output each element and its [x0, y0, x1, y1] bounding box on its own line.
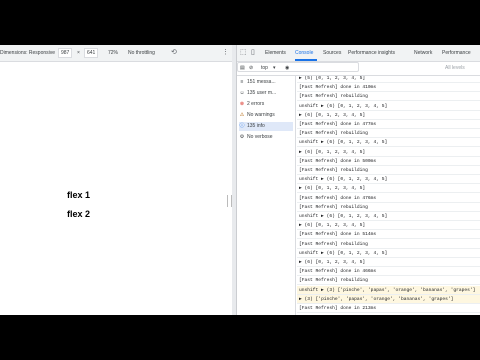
console-message[interactable]: unshift ▶ (6) [0, 1, 2, 3, 4, 5]	[297, 175, 480, 185]
sidebar-item-user-messages[interactable]: ☺ 135 user m...	[239, 89, 293, 98]
sidebar-item-label: 135 user m...	[247, 90, 277, 96]
sidebar-item-label: No verbose	[247, 134, 273, 140]
zoom-dropdown[interactable]: 72%	[108, 50, 118, 56]
context-selector[interactable]: top	[261, 65, 268, 71]
console-message[interactable]: [Fast Refresh] rebuilding	[297, 92, 480, 102]
devtools-tabbar: ⬚ ▯ Elements Console Sources Performance…	[237, 45, 480, 62]
sidebar-item-info[interactable]: ⓘ 135 info	[239, 122, 293, 131]
device-toggle-icon[interactable]: ▯	[251, 48, 255, 56]
sidebar-item-errors[interactable]: ⊗ 2 errors	[239, 100, 293, 109]
verbose-icon: ⚙	[239, 134, 245, 140]
active-tab-indicator	[295, 59, 317, 61]
throttling-dropdown[interactable]: No throttling	[128, 50, 155, 56]
flex-item-2: flex 2	[67, 209, 91, 219]
tab-performance-insights[interactable]: Performance insights	[348, 50, 395, 56]
rotate-icon[interactable]: ⟲	[171, 49, 177, 56]
sidebar-item-label: No warnings	[247, 112, 275, 118]
times-separator: ×	[77, 50, 80, 56]
console-message[interactable]: [Fast Refresh] rebuilding	[297, 129, 480, 139]
console-message[interactable]: [Fast Refresh] rebuilding	[297, 203, 480, 212]
width-input[interactable]: 987	[58, 48, 73, 58]
console-message[interactable]: [Fast Refresh] done in 466ms	[297, 267, 480, 277]
tab-performance[interactable]: Performance	[442, 50, 471, 56]
height-input[interactable]: 641	[84, 48, 99, 58]
sidebar-item-verbose[interactable]: ⚙ No verbose	[239, 133, 293, 142]
list-icon: ≡	[240, 79, 244, 85]
tab-elements[interactable]: Elements	[265, 50, 286, 56]
console-message[interactable]: [Fast Refresh] done in 500ms	[297, 157, 480, 166]
console-message[interactable]: [Fast Refresh] done in 477ms	[297, 120, 480, 129]
console-message[interactable]: [Fast Refresh] done in 410ms	[297, 83, 480, 93]
console-message[interactable]: ▶ (6) [0, 1, 2, 3, 4, 5]	[297, 111, 480, 120]
console-message[interactable]: ▶ (6) [0, 1, 2, 3, 4, 5]	[297, 221, 480, 231]
console-message[interactable]: ▶ (6) [0, 1, 2, 3, 4, 5]	[297, 258, 480, 267]
sidebar-item-messages[interactable]: ≡ 151 messa...	[239, 78, 293, 87]
sidebar-item-label: 2 errors	[247, 101, 265, 107]
warning-icon: ⚠	[239, 112, 245, 118]
console-message[interactable]: unshift ▶ (3) ['pinche', 'papas', 'orang…	[297, 285, 480, 295]
tab-console[interactable]: Console	[295, 50, 313, 56]
console-message[interactable]: unshift ▶ (6) [0, 1, 2, 3, 4, 5]	[297, 212, 480, 221]
chevron-down-icon[interactable]: ▾	[273, 65, 276, 71]
eye-icon[interactable]: ◉	[285, 65, 289, 71]
inspect-element-icon[interactable]: ⬚	[240, 48, 247, 56]
device-toolbar: Dimensions: Responsive 987 × 641 72% No …	[0, 45, 232, 62]
clear-console-icon[interactable]: ⊘	[249, 65, 253, 71]
levels-dropdown[interactable]: All levels	[445, 65, 465, 71]
console-message[interactable]: [Fast Refresh] done in 476ms	[297, 194, 480, 203]
console-toolbar: ▤ ⊘ top ▾ ◉ All levels	[237, 62, 480, 76]
more-options-icon[interactable]: ⋮	[222, 49, 229, 56]
console-message[interactable]: ▶ (6) [0, 1, 2, 3, 4, 5]	[297, 148, 480, 157]
console-message[interactable]: unshift ▶ (6) [0, 1, 2, 3, 4, 5]	[297, 102, 480, 111]
sidebar-toggle-icon[interactable]: ▤	[240, 65, 245, 71]
user-icon: ☺	[239, 90, 245, 96]
flex-item-1: flex 1	[67, 190, 91, 200]
console-message[interactable]: unshift ▶ (6) [0, 1, 2, 3, 4, 5]	[297, 138, 480, 148]
console-message[interactable]: [Fast Refresh] done in 213ms	[297, 304, 480, 313]
tab-network[interactable]: Network	[414, 50, 432, 56]
console-message[interactable]: [Fast Refresh] done in 514ms	[297, 230, 480, 240]
error-icon: ⊗	[239, 101, 245, 107]
console-message[interactable]: ▶ (5) [0, 1, 2, 3, 4, 5]	[297, 76, 480, 83]
dimensions-dropdown[interactable]: Dimensions: Responsive	[0, 50, 55, 56]
sidebar-item-label: 151 messa...	[247, 79, 276, 85]
page-viewport: flex 1 flex 2	[0, 62, 228, 315]
console-message[interactable]: ▶ (3) ['pinche', 'papas', 'orange', 'ban…	[297, 294, 480, 304]
console-message[interactable]: ▶ (6) [0, 1, 2, 3, 4, 5]	[297, 184, 480, 194]
devtools-panel: ⬚ ▯ Elements Console Sources Performance…	[236, 45, 480, 315]
console-message[interactable]: [Fast Refresh] rebuilding	[297, 276, 480, 286]
screen: Dimensions: Responsive 987 × 641 72% No …	[0, 45, 480, 315]
console-message[interactable]: unshift ▶ (6) [0, 1, 2, 3, 4, 5]	[297, 249, 480, 258]
sidebar-item-label: 135 info	[247, 123, 265, 129]
filter-input[interactable]	[237, 62, 359, 72]
console-sidebar: ≡ 151 messa... ☺ 135 user m... ⊗ 2 errors ⚠…	[237, 76, 296, 315]
console-log: ▶ (5) [0, 1, 2, 3, 4, 5] [Fast Refresh] d…	[297, 76, 480, 315]
console-message[interactable]: [Fast Refresh] rebuilding	[297, 240, 480, 249]
info-icon: ⓘ	[239, 123, 245, 129]
console-message[interactable]: [Fast Refresh] rebuilding	[297, 166, 480, 175]
sidebar-item-warnings[interactable]: ⚠ No warnings	[239, 111, 293, 120]
tab-sources[interactable]: Sources	[323, 50, 341, 56]
